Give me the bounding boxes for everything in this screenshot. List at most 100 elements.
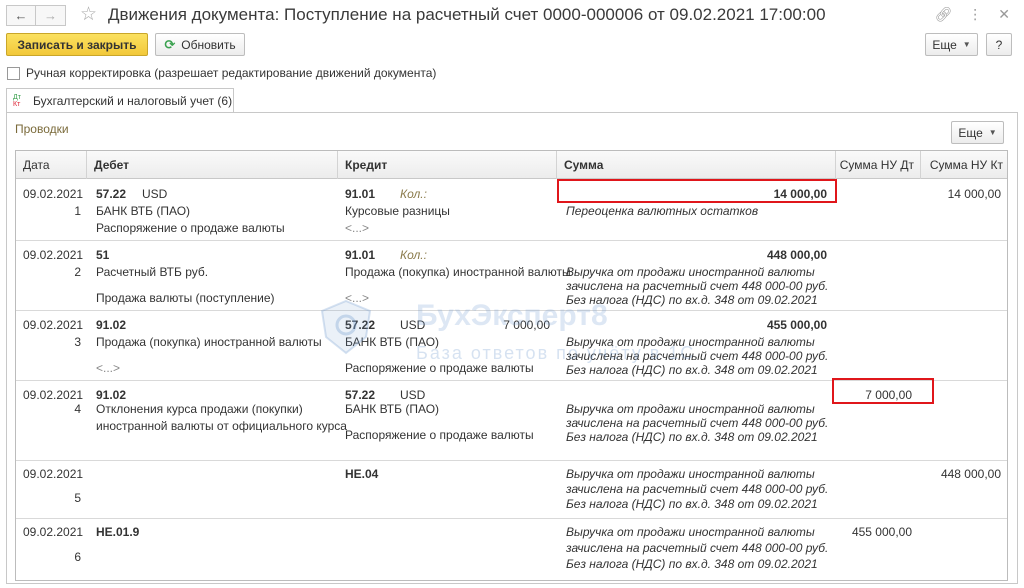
debit-subconto-2: Продажа валюты (поступление) [96,291,275,305]
nu-dt-value: 455 000,00 [851,525,912,539]
amount-text-3: Без налога (НДС) по вх.д. 348 от 09.02.2… [566,430,818,444]
col-amount[interactable]: Сумма [557,151,836,179]
col-date[interactable]: Дата [16,151,87,179]
table-row[interactable]: 09.02.2021 6 НЕ.01.9 Выручка от продажи … [16,519,1007,580]
debit-subconto-1: Отклонения курса продажи (покупки) [96,402,303,416]
command-bar: Записать и закрыть ⟳ Обновить Еще ▼ ? [0,33,1024,59]
credit-account: 57.22 [345,388,376,402]
title-icons: 🔗︎ ⋮ ✕ [934,6,1010,23]
table-row[interactable]: 09.02.2021 2 51 Расчетный ВТБ руб. Прода… [16,241,1007,311]
amount-text-1: Выручка от продажи иностранной валюты [566,467,815,481]
highlight-amount-row1 [557,179,837,203]
tab-panel: Проводки Еще ▼ Дата Дебет Кредит Сумма С… [6,112,1018,584]
refresh-button[interactable]: ⟳ Обновить [155,33,245,56]
row-date: 09.02.2021 [23,187,84,201]
amount-text-1: Выручка от продажи иностранной валюты [566,335,815,349]
amount-text-2: зачислена на расчетный счет 448 000-00 р… [566,416,829,430]
row-number: 3 [74,335,81,349]
credit-subconto-2: <...> [345,291,370,305]
help-button[interactable]: ? [986,33,1012,56]
more-icon[interactable]: ⋮ [968,6,982,23]
amount-text: Переоценка валютных остатков [566,204,759,218]
dt-kt-icon: Дт Кт [13,94,27,108]
chevron-down-icon: ▼ [988,128,997,137]
table-row[interactable]: 09.02.2021 3 91.02 Продажа (покупка) ино… [16,311,1007,381]
save-and-close-button[interactable]: Записать и закрыть [6,33,148,56]
amount-text-2: зачислена на расчетный счет 448 000-00 р… [566,349,829,363]
credit-currency: USD [400,388,426,402]
amount-value: 455 000,00 [766,318,827,332]
nu-kt-value: 448 000,00 [940,467,1001,481]
table-header: Дата Дебет Кредит Сумма Сумма НУ Дт Сумм… [16,151,1007,179]
dt-label: Дт [13,94,21,101]
col-credit[interactable]: Кредит [338,151,557,179]
arrow-left-icon: ← [14,8,28,23]
debit-account: 91.02 [96,318,127,332]
manual-correction-label[interactable]: Ручная корректировка (разрешает редактир… [26,66,436,80]
chevron-down-icon: ▼ [962,40,971,49]
nav-group: ← → [6,5,66,26]
nu-kt-value: 14 000,00 [947,187,1001,201]
refresh-icon: ⟳ [164,36,176,52]
row-date: 09.02.2021 [23,318,84,332]
back-button[interactable]: ← [6,5,36,26]
credit-subconto-1: БАНК ВТБ (ПАО) [345,402,440,416]
row-date: 09.02.2021 [23,388,84,402]
credit-subconto-2: Распоряжение о продаже валюты [345,428,534,442]
manual-correction-checkbox[interactable] [7,66,20,80]
debit-subconto-2: иностранной валюты от официального курса [96,419,347,433]
more-button[interactable]: Еще ▼ [925,33,978,56]
debit-subconto-1: Продажа (покупка) иностранной валюты [96,335,322,349]
row-number: 5 [74,491,81,505]
window-title: Движения документа: Поступление на расче… [108,5,826,24]
table-row[interactable]: 09.02.2021 5 НЕ.04 Выручка от продажи ин… [16,461,1007,519]
amount-value: 448 000,00 [766,248,827,262]
amount-text-2: зачислена на расчетный счет 448 000-00 р… [566,482,829,496]
debit-subconto-2: <...> [96,361,121,375]
amount-text-3: Без налога (НДС) по вх.д. 348 от 09.02.2… [566,363,818,377]
credit-subconto-2: Распоряжение о продаже валюты [345,361,534,375]
debit-account: 57.22 [96,187,127,201]
link-icon[interactable]: 🔗︎ [934,6,952,23]
credit-subconto-1: Курсовые разницы [345,204,450,218]
table-row[interactable]: 09.02.2021 1 57.22 USD БАНК ВТБ (ПАО) Ра… [16,180,1007,241]
credit-account: 91.01 [345,248,376,262]
amount-text-3: Без налога (НДС) по вх.д. 348 от 09.02.2… [566,497,818,511]
star-icon[interactable]: ☆ [80,3,97,26]
title-bar: ← → ☆ Движения документа: Поступление на… [0,0,1024,30]
debit-account: 51 [96,248,110,262]
credit-account: 91.01 [345,187,376,201]
refresh-label: Обновить [181,37,236,52]
debit-currency: USD [142,187,168,201]
row-date: 09.02.2021 [23,525,84,539]
entries-more-label: Еще [958,125,983,140]
col-nu-kt[interactable]: Сумма НУ Кт [921,151,1007,179]
tab-label: Бухгалтерский и налоговый учет (6) [33,94,233,108]
kt-label: Кт [13,101,21,108]
credit-qty-label: Кол.: [400,187,427,201]
close-icon[interactable]: ✕ [998,6,1010,23]
col-nu-dt[interactable]: Сумма НУ Дт [836,151,921,179]
manual-correction-row: Ручная корректировка (разрешает редактир… [7,66,436,80]
debit-subconto-1: БАНК ВТБ (ПАО) [96,204,191,218]
col-debit[interactable]: Дебет [87,151,338,179]
debit-subconto-2: Распоряжение о продаже валюты [96,221,285,235]
row-number: 1 [74,204,81,218]
entries-table[interactable]: Дата Дебет Кредит Сумма Сумма НУ Дт Сумм… [15,150,1008,581]
more-label: Еще [932,37,957,52]
credit-currency-amount: 7 000,00 [503,318,550,332]
row-number: 2 [74,265,81,279]
credit-account: 57.22 [345,318,376,332]
debit-account: 91.02 [96,388,127,402]
forward-button[interactable]: → [36,5,66,26]
row-date: 09.02.2021 [23,467,84,481]
amount-text-2: зачислена на расчетный счет 448 000-00 р… [566,541,829,555]
entries-more-button[interactable]: Еще ▼ [951,121,1004,144]
amount-text-1: Выручка от продажи иностранной валюты [566,525,815,539]
amount-text-1: Выручка от продажи иностранной валюты [566,402,815,416]
tab-accounting[interactable]: Дт Кт Бухгалтерский и налоговый учет (6) [6,88,234,113]
entries-section-label: Проводки [15,122,69,136]
row-number: 4 [74,402,81,416]
highlight-nu-dt-row4 [832,378,934,404]
amount-text-1: Выручка от продажи иностранной валюты [566,265,815,279]
